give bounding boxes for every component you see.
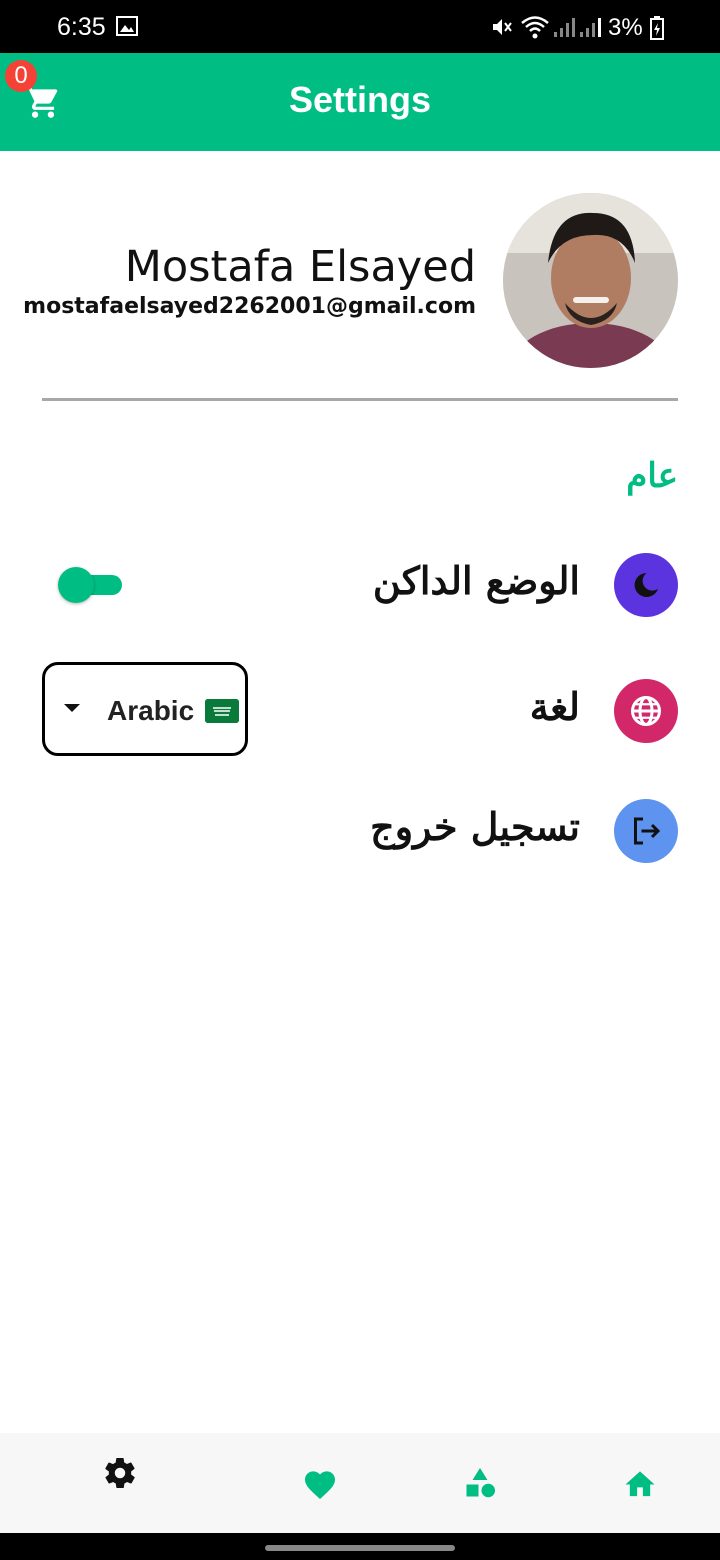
language-label: لغة — [529, 684, 580, 729]
system-nav-bar — [0, 1533, 720, 1560]
avatar-photo — [503, 193, 678, 368]
home-icon[interactable] — [622, 1467, 658, 1499]
categories-icon[interactable] — [462, 1465, 498, 1501]
profile-email: mostafaelsayed2262001@gmail.com — [23, 294, 476, 319]
image-icon — [116, 16, 138, 36]
bottom-navigation — [0, 1433, 720, 1533]
profile-name: Mostafa Elsayed — [124, 242, 476, 292]
home-gesture-pill[interactable] — [265, 1545, 455, 1551]
heart-icon[interactable] — [302, 1467, 338, 1501]
language-icon-circle — [614, 679, 678, 743]
wifi-icon — [521, 16, 549, 39]
signal-icon — [554, 18, 575, 37]
settings-icon[interactable] — [102, 1455, 138, 1491]
globe-icon — [631, 696, 661, 726]
profile-divider — [42, 398, 678, 401]
moon-icon — [634, 572, 658, 597]
dropdown-arrow-icon — [64, 704, 80, 712]
battery-icon — [650, 16, 664, 40]
dark-mode-label: الوضع الداكن — [372, 558, 580, 603]
language-dropdown[interactable]: Arabic — [42, 662, 248, 756]
logout-icon — [634, 817, 661, 845]
logout-icon-circle[interactable] — [614, 799, 678, 863]
battery-percent: 3% — [608, 14, 643, 41]
avatar[interactable] — [503, 193, 678, 368]
saudi-flag-icon — [205, 699, 239, 723]
app-bar: 0 Settings — [0, 53, 720, 151]
toggle-thumb — [58, 567, 94, 603]
status-time: 6:35 — [57, 13, 106, 41]
dark-mode-icon-circle — [614, 553, 678, 617]
mute-icon — [493, 19, 512, 35]
section-general-title: عام — [626, 456, 678, 496]
status-bar: 6:35 3% — [0, 0, 720, 53]
dark-mode-toggle[interactable] — [58, 567, 124, 603]
language-value: Arabic — [107, 695, 195, 726]
logout-label[interactable]: تسجيل خروج — [370, 804, 580, 849]
page-title: Settings — [288, 79, 431, 120]
signal-icon-2 — [580, 18, 601, 37]
